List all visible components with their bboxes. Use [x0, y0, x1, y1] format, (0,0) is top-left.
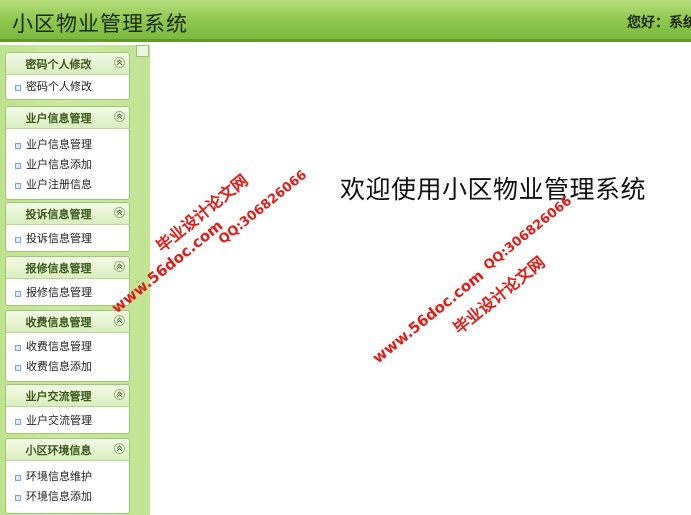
- bullet-icon: [15, 183, 21, 189]
- app-header: 小区物业管理系统 您好：系统: [0, 0, 691, 42]
- menu-group-complaint: 投诉信息管理 投诉信息管理: [5, 202, 130, 252]
- collapse-icon[interactable]: [114, 207, 125, 218]
- menu-item-environment-maintain[interactable]: 环境信息维护: [6, 467, 129, 487]
- menu-group-header[interactable]: 收费信息管理: [6, 311, 129, 333]
- welcome-text: 欢迎使用小区物业管理系统: [340, 175, 647, 204]
- menu-group-title: 密码个人修改: [25, 58, 92, 71]
- bullet-icon: [15, 345, 21, 351]
- menu-group-header[interactable]: 报修信息管理: [6, 257, 129, 279]
- menu-item-complaint-manage[interactable]: 投诉信息管理: [6, 229, 129, 249]
- menu-group-resident: 业户信息管理 业户信息管理 业户信息添加 业户注册信息: [5, 106, 130, 200]
- menu-group-title: 收费信息管理: [25, 316, 92, 329]
- menu-item-label: 环境信息维护: [26, 470, 92, 483]
- menu-group-header[interactable]: 密码个人修改: [6, 53, 129, 75]
- menu-group-exchange: 业户交流管理 业户交流管理: [5, 384, 130, 434]
- menu-item-label: 投诉信息管理: [26, 232, 92, 245]
- menu-item-environment-add[interactable]: 环境信息添加: [6, 487, 129, 507]
- bullet-icon: [15, 85, 21, 91]
- menu-group-title: 投诉信息管理: [25, 208, 92, 221]
- user-greeting: 您好：系统: [627, 12, 691, 32]
- menu-item-label: 收费信息添加: [26, 360, 92, 373]
- menu-group-title: 报修信息管理: [25, 262, 92, 275]
- menu-item-label: 密码个人修改: [26, 80, 92, 93]
- menu-group-password: 密码个人修改 密码个人修改: [5, 52, 130, 100]
- menu-item-label: 业户交流管理: [26, 414, 92, 427]
- menu-item-label: 业户注册信息: [26, 178, 92, 191]
- menu-group-header[interactable]: 业户信息管理: [6, 107, 129, 129]
- bullet-icon: [15, 365, 21, 371]
- menu-item-label: 收费信息管理: [26, 340, 92, 353]
- bullet-icon: [15, 495, 21, 501]
- greeting-prefix: 您好：: [627, 15, 669, 31]
- collapse-icon[interactable]: [114, 443, 125, 454]
- menu-item-fee-add[interactable]: 收费信息添加: [6, 357, 129, 377]
- menu-group-title: 业户信息管理: [25, 112, 92, 125]
- menu-group-repair: 报修信息管理 报修信息管理: [5, 256, 130, 306]
- menu-item-resident-add[interactable]: 业户信息添加: [6, 155, 129, 175]
- bullet-icon: [15, 237, 21, 243]
- collapse-icon[interactable]: [114, 57, 125, 68]
- menu-group-fee: 收费信息管理 收费信息管理 收费信息添加: [5, 310, 130, 382]
- menu-item-label: 报修信息管理: [26, 286, 92, 299]
- greeting-user: 系统: [669, 15, 691, 31]
- sidebar: 密码个人修改 密码个人修改 业户信息管理 业户信息管理 业户信息添加 业户注册信…: [0, 45, 150, 515]
- collapse-icon[interactable]: [114, 261, 125, 272]
- menu-group-title: 业户交流管理: [25, 390, 92, 403]
- menu-item-exchange-manage[interactable]: 业户交流管理: [6, 411, 129, 431]
- bullet-icon: [15, 475, 21, 481]
- menu-group-environment: 小区环境信息 环境信息维护 环境信息添加: [5, 438, 130, 514]
- sidebar-scroll-button[interactable]: [136, 45, 149, 57]
- bullet-icon: [15, 163, 21, 169]
- collapse-icon[interactable]: [114, 111, 125, 122]
- menu-item-resident-register[interactable]: 业户注册信息: [6, 175, 129, 195]
- bullet-icon: [15, 419, 21, 425]
- menu-group-header[interactable]: 投诉信息管理: [6, 203, 129, 225]
- main-content: 欢迎使用小区物业管理系统: [150, 45, 691, 515]
- bullet-icon: [15, 143, 21, 149]
- menu-item-label: 环境信息添加: [26, 490, 92, 503]
- menu-group-title: 小区环境信息: [25, 444, 92, 457]
- collapse-icon[interactable]: [114, 389, 125, 400]
- app-title: 小区物业管理系统: [12, 12, 188, 36]
- menu-item-resident-manage[interactable]: 业户信息管理: [6, 135, 129, 155]
- menu-item-password-edit[interactable]: 密码个人修改: [6, 77, 129, 97]
- menu-item-label: 业户信息添加: [26, 158, 92, 171]
- menu-group-header[interactable]: 小区环境信息: [6, 439, 129, 461]
- menu-item-label: 业户信息管理: [26, 138, 92, 151]
- menu-item-fee-manage[interactable]: 收费信息管理: [6, 337, 129, 357]
- bullet-icon: [15, 291, 21, 297]
- menu-group-header[interactable]: 业户交流管理: [6, 385, 129, 407]
